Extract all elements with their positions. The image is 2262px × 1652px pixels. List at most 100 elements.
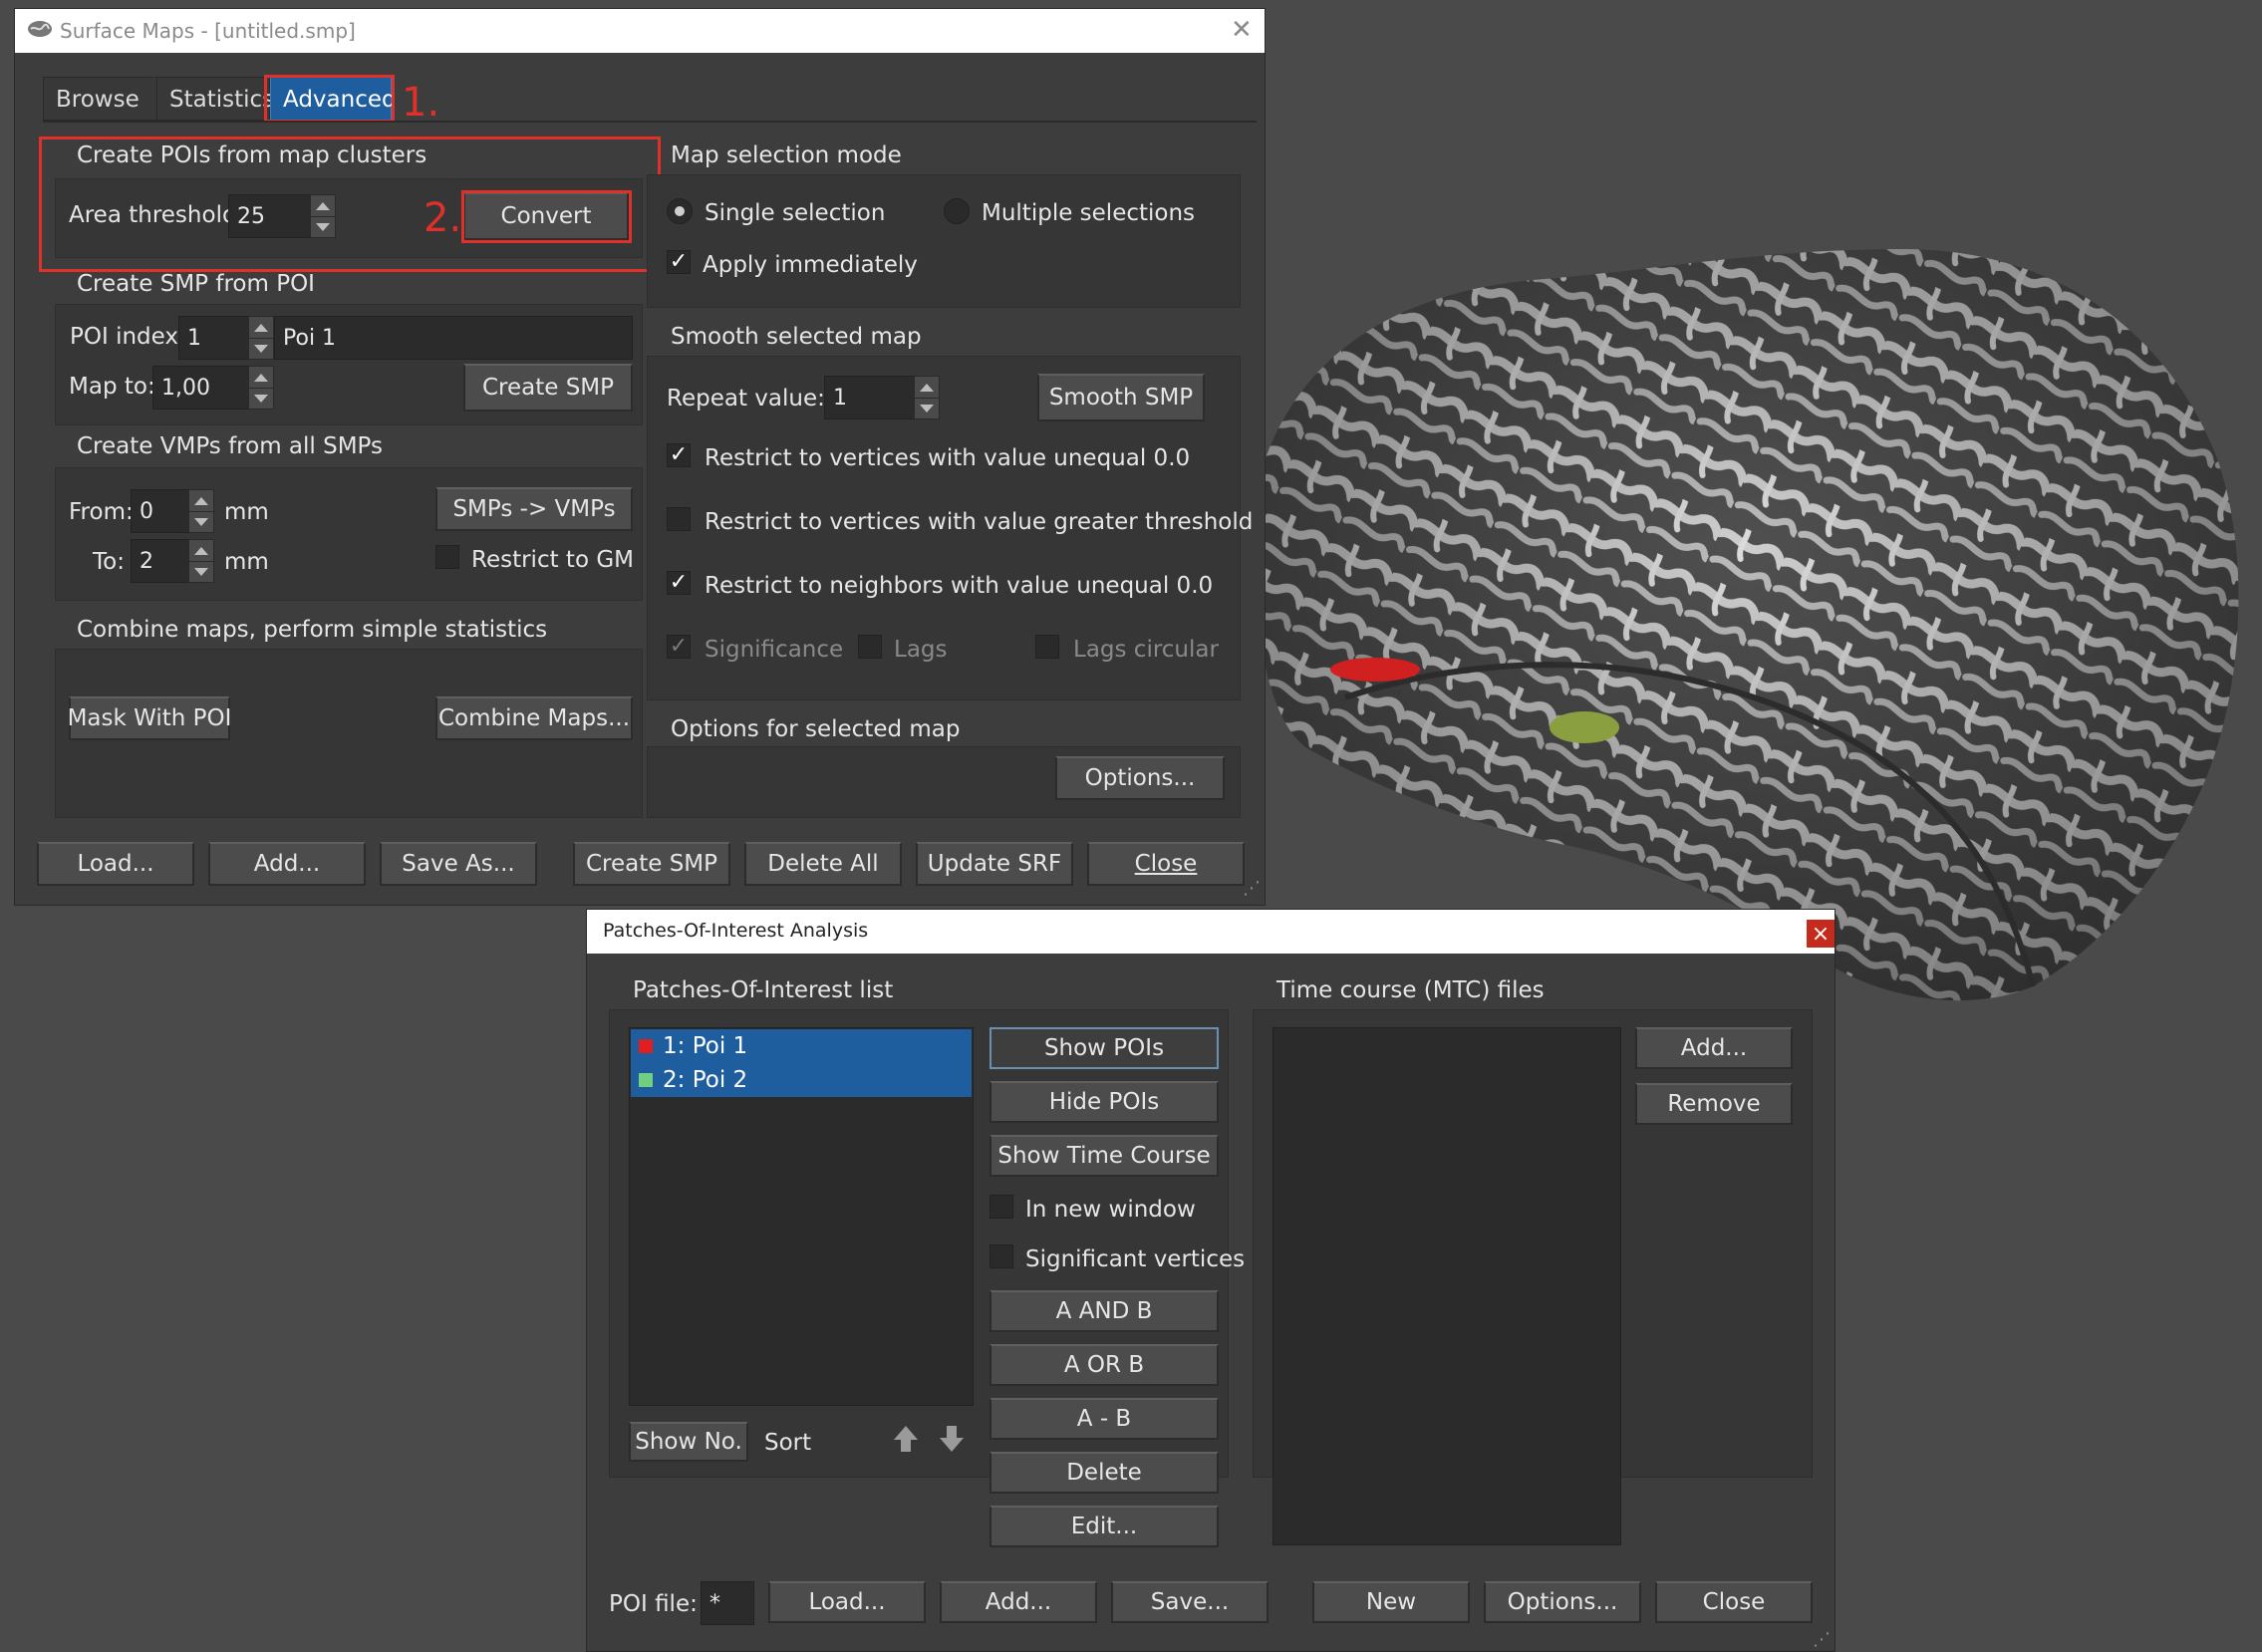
in-new-window-checkbox[interactable]: [990, 1195, 1013, 1219]
tab-underline: [43, 121, 1257, 123]
options-button[interactable]: Options...: [1055, 756, 1225, 800]
apply-immediately-checkbox[interactable]: ✓: [667, 250, 691, 274]
from-unit: mm: [224, 499, 269, 525]
poi-list-label: Patches-Of-Interest list: [633, 977, 894, 1003]
mtc-remove-button[interactable]: Remove: [1635, 1083, 1793, 1125]
list-item[interactable]: 2: Poi 2: [631, 1063, 972, 1097]
delete-all-button[interactable]: Delete All: [744, 842, 902, 886]
spinner-up-icon[interactable]: [189, 540, 213, 562]
smooth-label: Smooth selected map: [671, 324, 922, 350]
mtc-add-button[interactable]: Add...: [1635, 1027, 1793, 1069]
repeat-value-label: Repeat value:: [667, 386, 825, 412]
lags-checkbox: [858, 635, 882, 659]
show-pois-button[interactable]: Show POIs: [990, 1027, 1219, 1069]
tab-statistics[interactable]: Statistics: [156, 77, 274, 121]
close-button[interactable]: Close: [1087, 842, 1245, 886]
restrict-unequal-checkbox[interactable]: ✓: [667, 443, 691, 467]
poi-add-button[interactable]: Add...: [940, 1581, 1097, 1623]
spinner-up-icon[interactable]: [189, 490, 213, 512]
spinner-down-icon[interactable]: [915, 398, 939, 418]
add-button[interactable]: Add...: [208, 842, 366, 886]
spinner-up-icon[interactable]: [249, 367, 273, 389]
poi-new-button[interactable]: New: [1312, 1581, 1470, 1623]
lags-label: Lags: [894, 637, 948, 663]
map-to-input[interactable]: 1,00: [152, 366, 260, 410]
poi-analysis-titlebar[interactable]: Patches-Of-Interest Analysis ×: [587, 910, 1835, 954]
create-smp-bottom-button[interactable]: Create SMP: [573, 842, 730, 886]
load-button[interactable]: Load...: [37, 842, 194, 886]
smooth-smp-button[interactable]: Smooth SMP: [1037, 374, 1205, 421]
mtc-listbox[interactable]: [1272, 1027, 1621, 1545]
a-or-b-button[interactable]: A OR B: [990, 1344, 1219, 1386]
map-to-label: Map to:: [69, 374, 155, 400]
hide-pois-button[interactable]: Hide POIs: [990, 1081, 1219, 1123]
spinner-up-icon[interactable]: [249, 317, 273, 339]
poi-index-input[interactable]: 1: [178, 316, 250, 360]
significance-label: Significance: [705, 637, 844, 663]
smps-to-vmps-button[interactable]: SMPs -> VMPs: [435, 487, 633, 531]
surface-maps-titlebar[interactable]: Surface Maps - [untitled.smp] ✕: [15, 9, 1265, 53]
spinner-down-icon[interactable]: [249, 388, 273, 409]
mask-with-poi-button[interactable]: Mask With POI: [68, 696, 231, 740]
restrict-neighbors-label: Restrict to neighbors with value unequal…: [705, 573, 1214, 599]
lags-circular-checkbox: [1035, 635, 1059, 659]
spinner-up-icon[interactable]: [915, 377, 939, 399]
poi-window-title: Patches-Of-Interest Analysis: [603, 920, 869, 942]
restrict-greater-checkbox[interactable]: [667, 507, 691, 531]
sort-label: Sort: [764, 1430, 812, 1456]
a-minus-b-button[interactable]: A - B: [990, 1398, 1219, 1440]
show-time-course-button[interactable]: Show Time Course: [990, 1135, 1219, 1177]
poi-options-button[interactable]: Options...: [1484, 1581, 1641, 1623]
significance-checkbox: ✓: [667, 635, 691, 659]
to-label: To:: [93, 549, 125, 575]
restrict-neighbors-checkbox[interactable]: ✓: [667, 571, 691, 595]
surface-maps-window: Surface Maps - [untitled.smp] ✕ Browse S…: [14, 8, 1266, 906]
poi-analysis-window: Patches-Of-Interest Analysis × Patches-O…: [586, 909, 1836, 1652]
poi-index-spinner[interactable]: [248, 316, 274, 360]
close-icon[interactable]: ×: [1807, 920, 1835, 948]
multiple-selections-radio[interactable]: [944, 198, 970, 224]
close-icon[interactable]: ✕: [1231, 17, 1253, 43]
map-selection-label: Map selection mode: [671, 142, 902, 168]
combine-maps-button[interactable]: Combine Maps...: [435, 696, 633, 740]
single-selection-radio[interactable]: [667, 198, 693, 224]
poi-save-button[interactable]: Save...: [1111, 1581, 1269, 1623]
poi-item-label: 1: Poi 1: [663, 1033, 748, 1059]
show-no-button[interactable]: Show No.: [629, 1422, 748, 1462]
resize-grip-icon[interactable]: ⋰: [1243, 880, 1261, 898]
spinner-down-icon[interactable]: [249, 338, 273, 359]
create-smp-label: Create SMP from POI: [77, 271, 315, 297]
poi-file-field: *: [701, 1581, 754, 1625]
arrow-up-icon[interactable]: [892, 1424, 920, 1454]
significant-vertices-checkbox[interactable]: [990, 1244, 1013, 1268]
repeat-value-spinner[interactable]: [914, 376, 940, 419]
resize-grip-icon[interactable]: ⋰: [1813, 1631, 1831, 1649]
edit-poi-button[interactable]: Edit...: [990, 1506, 1219, 1547]
tab-browse[interactable]: Browse: [43, 77, 158, 121]
apply-immediately-label: Apply immediately: [703, 252, 918, 278]
to-spinner[interactable]: [188, 539, 214, 583]
brain-app-icon: [28, 21, 52, 37]
arrow-down-icon[interactable]: [938, 1424, 966, 1454]
spinner-down-icon[interactable]: [189, 511, 213, 532]
poi-color-swatch: [639, 1073, 653, 1087]
create-smp-button[interactable]: Create SMP: [463, 364, 633, 412]
to-unit: mm: [224, 549, 269, 575]
from-spinner[interactable]: [188, 489, 214, 533]
map-selection-group: [647, 174, 1241, 308]
a-and-b-button[interactable]: A AND B: [990, 1290, 1219, 1332]
list-item[interactable]: 1: Poi 1: [631, 1029, 972, 1063]
map-to-spinner[interactable]: [248, 366, 274, 410]
poi-close-button[interactable]: Close: [1655, 1581, 1813, 1623]
update-srf-button[interactable]: Update SRF: [916, 842, 1073, 886]
repeat-value-input[interactable]: 1: [824, 376, 918, 419]
save-as-button[interactable]: Save As...: [380, 842, 537, 886]
delete-poi-button[interactable]: Delete: [990, 1452, 1219, 1494]
spinner-down-icon[interactable]: [189, 561, 213, 582]
create-vmps-label: Create VMPs from all SMPs: [77, 433, 383, 459]
restrict-gm-checkbox[interactable]: [435, 545, 459, 569]
window-title: Surface Maps - [untitled.smp]: [60, 19, 356, 43]
brain-surface-render: [1256, 249, 2239, 1001]
poi-load-button[interactable]: Load...: [768, 1581, 926, 1623]
poi-name-field: Poi 1: [274, 316, 633, 360]
